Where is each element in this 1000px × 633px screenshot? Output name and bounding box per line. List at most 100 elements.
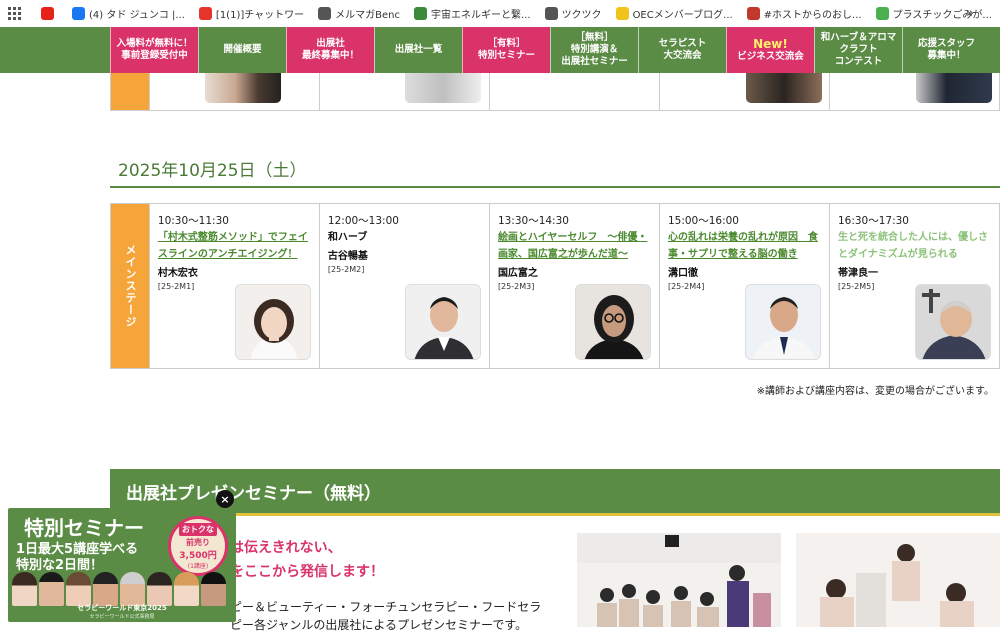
- speaker-faces: [12, 572, 232, 606]
- slot-time: 12:00〜13:00: [327, 215, 399, 227]
- bookmark-item[interactable]: 宇宙エネルギーと繋...: [414, 6, 531, 21]
- bookmark-item[interactable]: ツクツク: [544, 6, 602, 21]
- schedule-cell: [488, 73, 659, 110]
- seminar-tagline-1: は伝えきれない、: [230, 540, 342, 556]
- more-bookmarks-icon[interactable]: »: [966, 6, 974, 21]
- face-thumb: [120, 572, 145, 606]
- stage-label: メインステージ: [111, 204, 149, 368]
- face-thumb: [93, 572, 118, 606]
- bookmark-label: メルマガBenc: [335, 10, 401, 21]
- schedule-slot-4: 15:00〜16:00 心の乱れは栄養の乱れが原因 食事・サプリで整える脳の働き…: [658, 204, 829, 368]
- seminar-description-1: ピー＆ビューティー・フォーチュンセラピー・フードセラ: [230, 600, 542, 614]
- nav-item-7[interactable]: セラピスト 大交流会: [638, 27, 726, 73]
- seminar-section-heading: 出展社プレゼンセミナー（無料）: [110, 469, 1000, 516]
- slot-speaker: 古谷暢基: [327, 251, 368, 262]
- nav-item-label: 応援スタッフ: [917, 38, 975, 49]
- nav-item-label: セラピスト: [658, 38, 707, 49]
- bookmark-item[interactable]: #ホストからのおし...: [746, 6, 862, 21]
- face-thumb: [66, 572, 91, 606]
- slot-speaker: 国広富之: [497, 268, 538, 279]
- nav-item-4[interactable]: 出展社一覧: [374, 27, 462, 73]
- nav-item-label: ［無料］: [575, 32, 614, 43]
- schedule-slot-3: 13:30〜14:30 絵画とハイヤーセルフ 〜俳優・画家、国広富之が歩んだ道〜…: [488, 204, 659, 368]
- slot-title: 生と死を統合した人には、優しさとダイナミズムが見られる: [837, 232, 988, 260]
- nav-item-label: 募集中！: [927, 50, 966, 61]
- speaker-portrait: [234, 284, 311, 360]
- nav-item-1[interactable]: 入場料が無料に！ 事前登録受付中: [110, 27, 198, 73]
- nav-item-10[interactable]: 応援スタッフ 募集中！: [902, 27, 990, 73]
- schedule-cell: [658, 73, 829, 110]
- popup-footer: セラピーワールド東京2025: [77, 604, 167, 612]
- nav-item-3[interactable]: 出展社 最終募集中！: [286, 27, 374, 73]
- price-badge: おトクな 前売り 3,500円 (1講座): [168, 516, 228, 576]
- speaker-photo: [915, 73, 992, 103]
- slot-speaker: 村木宏衣: [157, 268, 198, 279]
- change-notice: ※講師および講座内容は、変更の場合がございます。: [756, 386, 994, 397]
- apps-grid-icon[interactable]: [8, 6, 21, 21]
- speaker-portrait: [914, 284, 991, 360]
- nav-item-label: 特別講演＆: [570, 44, 619, 55]
- schedule-slot-5: 16:30〜17:30 生と死を統合した人には、優しさとダイナミズムが見られる …: [828, 204, 999, 368]
- slot-time: 15:00〜16:00: [667, 215, 739, 227]
- nav-item-label: 開催概要: [223, 44, 262, 55]
- badge-price: 3,500円: [179, 550, 217, 561]
- slot-speaker: 溝口徹: [667, 268, 698, 279]
- badge-unit: (1講座): [187, 562, 209, 570]
- nav-item-label: New!: [753, 37, 788, 51]
- bookmarks-bar: (4) タド ジュンコ |... [1(1)]チャットワー メルマガBenc 宇宙エネ…: [0, 0, 1000, 27]
- speaker-photo: [204, 73, 281, 103]
- speaker-photo: [745, 73, 822, 103]
- schedule-cell: [828, 73, 999, 110]
- nav-item-label: ビジネス交流会: [737, 51, 804, 62]
- special-seminar-popup[interactable]: 特別セミナー 1日最大5講座学べる 特別な2日間！ おトクな 前売り 3,500…: [8, 508, 236, 622]
- seminar-description-2: ピー各ジャンルの出展社によるプレゼンセミナーです。: [230, 618, 528, 632]
- nav-item-9[interactable]: 和ハーブ＆アロマ クラフト コンテスト: [814, 27, 902, 73]
- main-stage-schedule: メインステージ 10:30〜11:30 「村木式整筋メソッド」でフェイスラインの…: [110, 203, 1000, 369]
- nav-item-label: 出展社セミナー: [561, 56, 628, 67]
- date-heading: 2025年10月25日（土）: [110, 156, 1000, 188]
- nav-item-8[interactable]: New! ビジネス交流会: [726, 27, 814, 73]
- schedule-slot-1: 10:30〜11:30 「村木式整筋メソッド」でフェイスラインのアンチエイジング…: [148, 204, 319, 368]
- nav-item-label: 入場料が無料に！: [116, 38, 193, 49]
- face-thumb: [201, 572, 226, 606]
- slot-code: [25-2M2]: [327, 265, 365, 274]
- speaker-photo: [404, 73, 481, 103]
- bookmark-item[interactable]: メルマガBenc: [318, 6, 400, 21]
- slot-title-link[interactable]: 「村木式整筋メソッド」でフェイスラインのアンチエイジング！: [158, 229, 311, 263]
- bookmark-label: ツクツク: [561, 10, 602, 21]
- popup-title: 特別セミナー: [24, 516, 144, 540]
- leaf-icon: [875, 7, 889, 20]
- facebook-icon: [72, 7, 85, 20]
- slot-title-link[interactable]: 絵画とハイヤーセルフ 〜俳優・画家、国広富之が歩んだ道〜: [498, 229, 651, 263]
- face-thumb: [147, 572, 172, 606]
- badge-label: おトクな: [179, 522, 217, 536]
- slot-title-link[interactable]: 心の乱れは栄養の乱れが原因 食事・サプリで整える脳の働き: [668, 229, 821, 263]
- bookmark-item[interactable]: [1(1)]チャットワー: [198, 6, 305, 21]
- bookmark-item[interactable]: OECメンバーブログ...: [615, 6, 733, 21]
- face-thumb: [12, 572, 37, 606]
- bookmark-label: [1(1)]チャットワー: [215, 10, 305, 21]
- seminar-tagline-2: をここから発信します！: [230, 564, 384, 580]
- nav-item-label: 出展社一覧: [394, 44, 443, 55]
- bookmark-label: #ホストからのおし...: [763, 10, 862, 21]
- nav-item-2[interactable]: 開催概要: [198, 27, 286, 73]
- seminar-photo-2: [796, 533, 1000, 627]
- face-thumb: [174, 572, 199, 606]
- shrine-icon: [414, 7, 428, 20]
- bookmark-item[interactable]: [41, 7, 58, 20]
- seminar-photo-1: [577, 533, 781, 627]
- schedule-cell: [148, 73, 319, 110]
- close-popup-button[interactable]: ×: [216, 490, 234, 508]
- previous-schedule-table: [110, 73, 1000, 111]
- speaker-portrait: [744, 284, 821, 360]
- bookmark-label: 宇宙エネルギーと繋...: [431, 10, 531, 21]
- main-nav: 入場料が無料に！ 事前登録受付中 開催概要 出展社 最終募集中！ 出展社一覧 ［有料］ 特別セ…: [0, 27, 1000, 73]
- nav-item-6[interactable]: ［無料］ 特別講演＆ 出展社セミナー: [550, 27, 638, 73]
- bookmark-item[interactable]: プラスチックごみが...: [875, 6, 992, 21]
- nav-item-label: 出展社: [316, 38, 345, 49]
- feather-icon: [318, 7, 332, 20]
- slot-time: 10:30〜11:30: [157, 215, 229, 227]
- nav-item-5[interactable]: ［有料］ 特別セミナー: [462, 27, 550, 73]
- bookmark-item[interactable]: (4) タド ジュンコ |...: [72, 6, 185, 21]
- j-icon: [615, 7, 629, 20]
